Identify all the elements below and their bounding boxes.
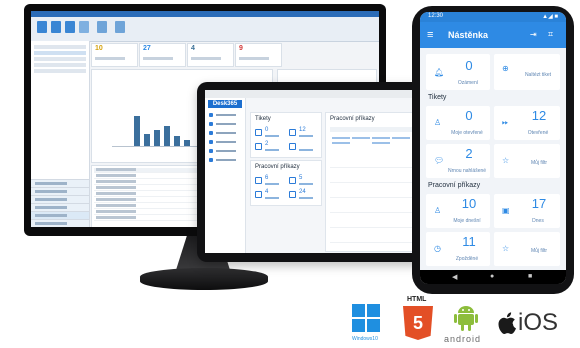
tablet-calendar-panel: Pracovní příkazy xyxy=(325,112,417,252)
sidebar-row[interactable] xyxy=(34,51,86,55)
recents-icon[interactable]: ■ xyxy=(528,273,532,280)
chart-bar xyxy=(174,136,180,146)
tablet-tile[interactable] xyxy=(289,141,315,153)
calendar-event[interactable] xyxy=(332,137,350,139)
windows-label: Windows10 xyxy=(352,336,378,342)
calendar-event[interactable] xyxy=(332,142,350,144)
page-title: Nástěnka xyxy=(448,30,489,40)
calendar-event[interactable] xyxy=(352,137,370,139)
clock-icon: ◷ xyxy=(434,244,441,253)
qr-scan-icon[interactable]: ⌗ xyxy=(548,29,553,40)
tablet-nav-item[interactable] xyxy=(209,139,241,145)
android-nav-bar: ◀ ● ■ xyxy=(420,270,566,284)
ribbon-button[interactable] xyxy=(115,21,125,33)
app-header-bar: ≡ Nástěnka ⇥ ⌗ xyxy=(420,22,566,48)
html-label: HTML xyxy=(407,296,427,303)
chat-icon: 💬︎ xyxy=(434,156,445,165)
tile-newly-reported[interactable]: 💬︎ 2 Nrnou nahlášené xyxy=(426,144,490,178)
signal-battery-icon: ▲◢ ■ xyxy=(542,14,558,20)
tablet-calendar-title: Pracovní příkazy xyxy=(330,116,375,122)
app-logo: Desk365 xyxy=(208,100,242,108)
tablet-tickets-panel: Tikety 0 12 2 xyxy=(250,112,322,158)
chart-bar xyxy=(134,116,140,146)
tablet-nav-item[interactable] xyxy=(209,121,241,127)
tile-find-ticket[interactable]: ⊕ Naltézt tiket xyxy=(494,54,560,90)
calendar-event[interactable] xyxy=(372,142,390,144)
tablet-nav-item[interactable] xyxy=(209,157,241,163)
summary-card[interactable]: 10 xyxy=(91,43,138,67)
sidebar-row[interactable] xyxy=(34,63,86,67)
user-icon: ♙ xyxy=(434,118,442,127)
menu-icon[interactable]: ≡ xyxy=(427,30,433,41)
ios-label: iOS xyxy=(518,309,559,336)
tile-delayed[interactable]: ◷ 11 Zpožděné xyxy=(426,232,490,266)
calendar-grid[interactable] xyxy=(330,153,412,247)
user-icon: ♙ xyxy=(434,206,442,215)
logout-icon[interactable]: ⇥ xyxy=(530,30,537,39)
chart-bar xyxy=(144,134,150,146)
tablet-nav-item[interactable] xyxy=(209,148,241,154)
tickets-section-title: Tikety xyxy=(428,94,447,101)
tablet-tickets-title: Tikety xyxy=(255,116,271,122)
sidebar-row[interactable] xyxy=(34,57,86,61)
tablet-tile[interactable]: 2 xyxy=(255,141,281,153)
ribbon-button[interactable] xyxy=(51,21,61,33)
home-icon[interactable]: ● xyxy=(490,273,494,280)
tablet-nav-item[interactable] xyxy=(209,112,241,118)
forward-icon: ⏩︎ xyxy=(502,118,509,127)
html5-logo-icon: 5 xyxy=(403,306,433,340)
windows-logo-icon xyxy=(352,304,382,334)
search-plus-icon: ⊕ xyxy=(502,64,509,73)
calendar-icon: ▣ xyxy=(502,206,510,215)
tablet-tile[interactable]: 24 xyxy=(289,189,315,201)
tile-open[interactable]: ⏩︎ 12 Otevřené xyxy=(494,106,560,140)
tablet-tile[interactable]: 4 xyxy=(255,189,281,201)
tablet-work-panel: Pracovní příkazy 6 5 4 24 xyxy=(250,160,322,206)
ribbon-button[interactable] xyxy=(79,21,89,33)
tablet-tile[interactable]: 6 xyxy=(255,175,281,187)
calendar-event[interactable] xyxy=(392,137,410,139)
tablet-work-title: Pracovní příkazy xyxy=(255,164,300,170)
desktop-sidebar xyxy=(31,41,90,227)
tablet-nav-item[interactable] xyxy=(209,130,241,136)
summary-card[interactable]: 4 xyxy=(187,43,234,67)
status-bar: 12:30 ▲◢ ■ xyxy=(420,12,566,22)
bell-icon: 🔔︎ xyxy=(434,68,445,77)
ribbon-button[interactable] xyxy=(37,21,47,33)
sidebar-row[interactable] xyxy=(34,45,86,49)
tablet-tile[interactable]: 5 xyxy=(289,175,315,187)
chart-bar xyxy=(164,126,170,146)
ribbon-button[interactable] xyxy=(97,21,107,33)
tile-my-today[interactable]: ♙ 10 Moje dnešní xyxy=(426,194,490,228)
tile-my-open[interactable]: ♙ 0 Moje otevřené xyxy=(426,106,490,140)
phone-app-screen: 12:30 ▲◢ ■ ≡ Nástěnka ⇥ ⌗ 🔔︎ 0 Ozámení ⊕… xyxy=(420,12,566,284)
tablet-tile[interactable]: 0 xyxy=(255,127,281,139)
android-logo-icon xyxy=(454,306,478,331)
summary-card[interactable]: 27 xyxy=(139,43,186,67)
chart-bar xyxy=(154,130,160,146)
star-icon: ☆ xyxy=(502,244,510,253)
tile-today[interactable]: ▣ 17 Dnes xyxy=(494,194,560,228)
calendar-event[interactable] xyxy=(372,137,390,139)
summary-card[interactable]: 9 xyxy=(235,43,282,67)
monitor-stand-base xyxy=(140,268,268,290)
sidebar-row[interactable] xyxy=(34,69,86,73)
ribbon-button[interactable] xyxy=(65,21,75,33)
tile-my-filter[interactable]: ☆ Můj filtr xyxy=(494,144,560,178)
star-icon: ☆ xyxy=(502,156,510,165)
sidebar-nav-item[interactable] xyxy=(31,219,89,227)
apple-logo-icon xyxy=(498,312,516,338)
tablet-sidebar: Desk365 xyxy=(205,98,246,253)
tablet-browser-bar xyxy=(205,90,419,98)
work-orders-section-title: Pracovní příkazy xyxy=(428,182,481,189)
status-time: 12:30 xyxy=(428,13,444,19)
desktop-title-bar xyxy=(31,11,379,17)
android-label: android xyxy=(444,334,482,344)
back-icon[interactable]: ◀ xyxy=(452,273,457,281)
tablet-app-screen: Desk365 Tikety 0 12 2 Pracovní příkazy 6… xyxy=(205,90,419,253)
tile-notifications[interactable]: 🔔︎ 0 Ozámení xyxy=(426,54,490,90)
tile-my-filter[interactable]: ☆ Můj filtr xyxy=(494,232,560,266)
calendar-header xyxy=(330,127,412,132)
tablet-tile[interactable]: 12 xyxy=(289,127,315,139)
